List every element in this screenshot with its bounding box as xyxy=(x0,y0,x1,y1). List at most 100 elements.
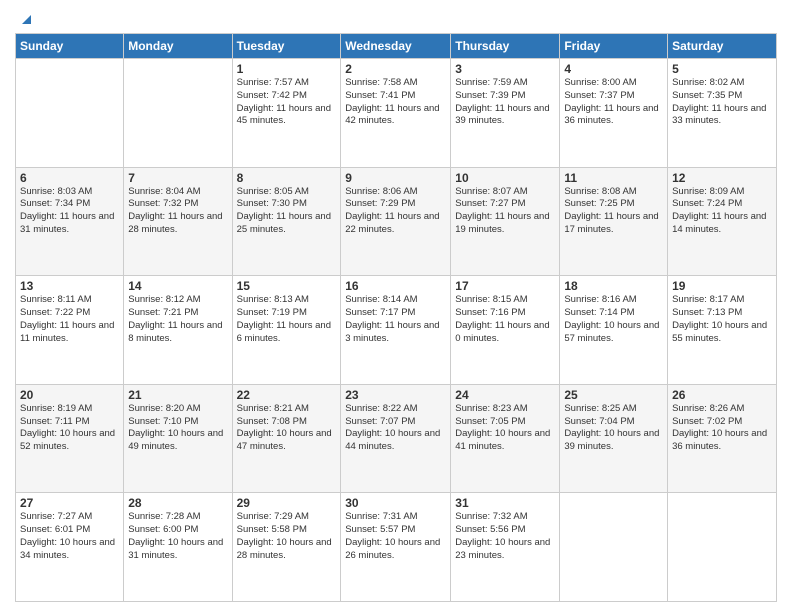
day-info: Sunrise: 7:28 AM Sunset: 6:00 PM Dayligh… xyxy=(128,511,227,562)
calendar-cell: 8Sunrise: 8:05 AM Sunset: 7:30 PM Daylig… xyxy=(232,167,341,276)
weekday-header-sunday: Sunday xyxy=(16,34,124,59)
day-info: Sunrise: 8:08 AM Sunset: 7:25 PM Dayligh… xyxy=(564,186,663,237)
calendar-cell: 11Sunrise: 8:08 AM Sunset: 7:25 PM Dayli… xyxy=(560,167,668,276)
day-number: 1 xyxy=(237,62,337,76)
calendar-cell: 17Sunrise: 8:15 AM Sunset: 7:16 PM Dayli… xyxy=(451,276,560,385)
calendar-cell: 23Sunrise: 8:22 AM Sunset: 7:07 PM Dayli… xyxy=(341,384,451,493)
calendar-cell xyxy=(560,493,668,602)
day-number: 12 xyxy=(672,171,772,185)
day-info: Sunrise: 8:25 AM Sunset: 7:04 PM Dayligh… xyxy=(564,403,663,454)
calendar-cell: 29Sunrise: 7:29 AM Sunset: 5:58 PM Dayli… xyxy=(232,493,341,602)
weekday-header-monday: Monday xyxy=(124,34,232,59)
day-info: Sunrise: 7:58 AM Sunset: 7:41 PM Dayligh… xyxy=(345,77,446,128)
day-info: Sunrise: 7:31 AM Sunset: 5:57 PM Dayligh… xyxy=(345,511,446,562)
day-number: 5 xyxy=(672,62,772,76)
calendar-cell: 28Sunrise: 7:28 AM Sunset: 6:00 PM Dayli… xyxy=(124,493,232,602)
day-number: 20 xyxy=(20,388,119,402)
calendar-cell xyxy=(668,493,777,602)
day-number: 3 xyxy=(455,62,555,76)
calendar-cell: 7Sunrise: 8:04 AM Sunset: 7:32 PM Daylig… xyxy=(124,167,232,276)
calendar-cell xyxy=(16,59,124,168)
calendar-cell: 24Sunrise: 8:23 AM Sunset: 7:05 PM Dayli… xyxy=(451,384,560,493)
day-number: 25 xyxy=(564,388,663,402)
day-number: 24 xyxy=(455,388,555,402)
weekday-header-tuesday: Tuesday xyxy=(232,34,341,59)
day-number: 8 xyxy=(237,171,337,185)
calendar-cell: 12Sunrise: 8:09 AM Sunset: 7:24 PM Dayli… xyxy=(668,167,777,276)
calendar-cell: 9Sunrise: 8:06 AM Sunset: 7:29 PM Daylig… xyxy=(341,167,451,276)
calendar-week-row: 13Sunrise: 8:11 AM Sunset: 7:22 PM Dayli… xyxy=(16,276,777,385)
calendar-cell: 14Sunrise: 8:12 AM Sunset: 7:21 PM Dayli… xyxy=(124,276,232,385)
day-number: 11 xyxy=(564,171,663,185)
weekday-header-row: SundayMondayTuesdayWednesdayThursdayFrid… xyxy=(16,34,777,59)
weekday-header-saturday: Saturday xyxy=(668,34,777,59)
day-info: Sunrise: 8:07 AM Sunset: 7:27 PM Dayligh… xyxy=(455,186,555,237)
weekday-header-wednesday: Wednesday xyxy=(341,34,451,59)
calendar-cell: 25Sunrise: 8:25 AM Sunset: 7:04 PM Dayli… xyxy=(560,384,668,493)
day-info: Sunrise: 8:21 AM Sunset: 7:08 PM Dayligh… xyxy=(237,403,337,454)
calendar-cell: 15Sunrise: 8:13 AM Sunset: 7:19 PM Dayli… xyxy=(232,276,341,385)
day-number: 9 xyxy=(345,171,446,185)
calendar-body: 1Sunrise: 7:57 AM Sunset: 7:42 PM Daylig… xyxy=(16,59,777,602)
day-info: Sunrise: 7:32 AM Sunset: 5:56 PM Dayligh… xyxy=(455,511,555,562)
day-info: Sunrise: 8:23 AM Sunset: 7:05 PM Dayligh… xyxy=(455,403,555,454)
day-number: 15 xyxy=(237,279,337,293)
day-info: Sunrise: 8:05 AM Sunset: 7:30 PM Dayligh… xyxy=(237,186,337,237)
day-number: 6 xyxy=(20,171,119,185)
day-info: Sunrise: 8:04 AM Sunset: 7:32 PM Dayligh… xyxy=(128,186,227,237)
day-number: 28 xyxy=(128,496,227,510)
calendar-cell: 20Sunrise: 8:19 AM Sunset: 7:11 PM Dayli… xyxy=(16,384,124,493)
calendar-cell: 4Sunrise: 8:00 AM Sunset: 7:37 PM Daylig… xyxy=(560,59,668,168)
calendar-week-row: 27Sunrise: 7:27 AM Sunset: 6:01 PM Dayli… xyxy=(16,493,777,602)
day-number: 21 xyxy=(128,388,227,402)
weekday-header-friday: Friday xyxy=(560,34,668,59)
calendar-cell: 3Sunrise: 7:59 AM Sunset: 7:39 PM Daylig… xyxy=(451,59,560,168)
day-info: Sunrise: 8:12 AM Sunset: 7:21 PM Dayligh… xyxy=(128,294,227,345)
day-number: 16 xyxy=(345,279,446,293)
weekday-header-thursday: Thursday xyxy=(451,34,560,59)
day-number: 4 xyxy=(564,62,663,76)
day-info: Sunrise: 8:22 AM Sunset: 7:07 PM Dayligh… xyxy=(345,403,446,454)
calendar-cell xyxy=(124,59,232,168)
day-number: 22 xyxy=(237,388,337,402)
day-info: Sunrise: 8:20 AM Sunset: 7:10 PM Dayligh… xyxy=(128,403,227,454)
page: SundayMondayTuesdayWednesdayThursdayFrid… xyxy=(0,0,792,612)
calendar-cell: 31Sunrise: 7:32 AM Sunset: 5:56 PM Dayli… xyxy=(451,493,560,602)
day-number: 18 xyxy=(564,279,663,293)
day-number: 27 xyxy=(20,496,119,510)
calendar-cell: 27Sunrise: 7:27 AM Sunset: 6:01 PM Dayli… xyxy=(16,493,124,602)
day-info: Sunrise: 8:00 AM Sunset: 7:37 PM Dayligh… xyxy=(564,77,663,128)
calendar-week-row: 6Sunrise: 8:03 AM Sunset: 7:34 PM Daylig… xyxy=(16,167,777,276)
day-number: 17 xyxy=(455,279,555,293)
calendar-cell: 1Sunrise: 7:57 AM Sunset: 7:42 PM Daylig… xyxy=(232,59,341,168)
calendar-cell: 26Sunrise: 8:26 AM Sunset: 7:02 PM Dayli… xyxy=(668,384,777,493)
calendar-week-row: 1Sunrise: 7:57 AM Sunset: 7:42 PM Daylig… xyxy=(16,59,777,168)
calendar-table: SundayMondayTuesdayWednesdayThursdayFrid… xyxy=(15,33,777,602)
day-number: 30 xyxy=(345,496,446,510)
day-info: Sunrise: 8:06 AM Sunset: 7:29 PM Dayligh… xyxy=(345,186,446,237)
header xyxy=(15,10,777,25)
day-number: 10 xyxy=(455,171,555,185)
calendar-header: SundayMondayTuesdayWednesdayThursdayFrid… xyxy=(16,34,777,59)
calendar-cell: 16Sunrise: 8:14 AM Sunset: 7:17 PM Dayli… xyxy=(341,276,451,385)
calendar-cell: 30Sunrise: 7:31 AM Sunset: 5:57 PM Dayli… xyxy=(341,493,451,602)
calendar-cell: 18Sunrise: 8:16 AM Sunset: 7:14 PM Dayli… xyxy=(560,276,668,385)
day-info: Sunrise: 8:02 AM Sunset: 7:35 PM Dayligh… xyxy=(672,77,772,128)
calendar-cell: 22Sunrise: 8:21 AM Sunset: 7:08 PM Dayli… xyxy=(232,384,341,493)
day-number: 23 xyxy=(345,388,446,402)
calendar-cell: 5Sunrise: 8:02 AM Sunset: 7:35 PM Daylig… xyxy=(668,59,777,168)
day-info: Sunrise: 8:19 AM Sunset: 7:11 PM Dayligh… xyxy=(20,403,119,454)
day-number: 7 xyxy=(128,171,227,185)
day-info: Sunrise: 8:13 AM Sunset: 7:19 PM Dayligh… xyxy=(237,294,337,345)
day-info: Sunrise: 8:14 AM Sunset: 7:17 PM Dayligh… xyxy=(345,294,446,345)
logo xyxy=(15,10,35,25)
day-number: 13 xyxy=(20,279,119,293)
logo-triangle-icon xyxy=(17,10,35,28)
day-info: Sunrise: 7:57 AM Sunset: 7:42 PM Dayligh… xyxy=(237,77,337,128)
day-info: Sunrise: 7:29 AM Sunset: 5:58 PM Dayligh… xyxy=(237,511,337,562)
day-number: 29 xyxy=(237,496,337,510)
calendar-cell: 21Sunrise: 8:20 AM Sunset: 7:10 PM Dayli… xyxy=(124,384,232,493)
calendar-week-row: 20Sunrise: 8:19 AM Sunset: 7:11 PM Dayli… xyxy=(16,384,777,493)
day-info: Sunrise: 8:03 AM Sunset: 7:34 PM Dayligh… xyxy=(20,186,119,237)
calendar-cell: 6Sunrise: 8:03 AM Sunset: 7:34 PM Daylig… xyxy=(16,167,124,276)
